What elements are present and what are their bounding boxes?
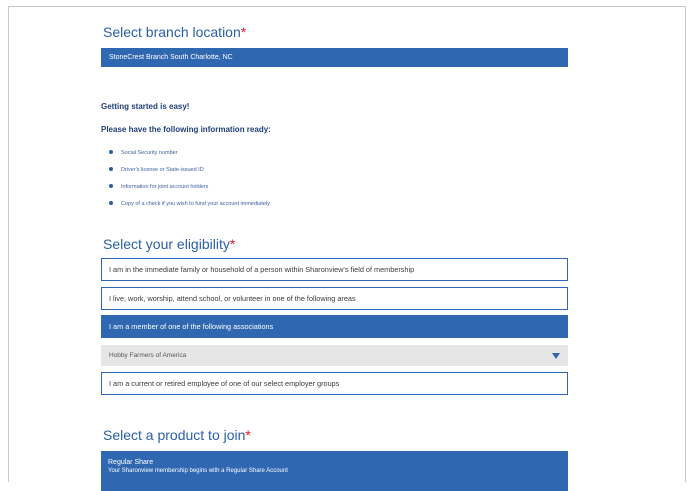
required-mark: *: [240, 24, 247, 40]
list-item-text: Social Security number: [121, 150, 178, 156]
list-item: Social Security number: [109, 149, 270, 166]
required-mark: *: [245, 427, 251, 443]
form-frame: Select branch location* StoneCrest Branc…: [8, 6, 686, 491]
product-option-regular-share[interactable]: Regular Share Your Sharonview membership…: [101, 451, 568, 491]
required-mark: *: [229, 236, 236, 252]
list-item-text: Information for joint account holders: [121, 184, 209, 190]
list-item: Driver's license or State-issued ID: [109, 166, 270, 183]
eligibility-title-text: Select your eligibility: [103, 236, 230, 252]
branch-select[interactable]: StoneCrest Branch South Charlotte, NC: [101, 48, 568, 67]
bullet-icon: [109, 184, 113, 188]
getting-started-heading: Getting started is easy!: [101, 102, 190, 111]
info-ready-heading: Please have the following information re…: [101, 125, 271, 134]
eligibility-option-employer[interactable]: I am a current or retired employee of on…: [101, 372, 568, 395]
eligibility-option-family[interactable]: I am in the immediate family or househol…: [101, 258, 568, 281]
list-item-text: Copy of a check if you wish to fund your…: [121, 201, 270, 207]
eligibility-section-title: Select your eligibility*: [103, 236, 235, 252]
bullet-icon: [109, 201, 113, 205]
required-info-list: Social Security number Driver's license …: [109, 149, 270, 217]
product-title-text: Select a product to join: [103, 427, 246, 443]
branch-section-title: Select branch location*: [103, 24, 246, 40]
list-item-text: Driver's license or State-issued ID: [121, 167, 204, 173]
bullet-icon: [109, 150, 113, 154]
product-name: Regular Share: [108, 459, 154, 466]
bullet-icon: [109, 167, 113, 171]
product-section-title: Select a product to join*: [103, 427, 251, 443]
association-dropdown-value: Hobby Farmers of America: [109, 352, 187, 359]
list-item: Copy of a check if you wish to fund your…: [109, 200, 270, 217]
caret-down-icon: [552, 353, 560, 359]
association-dropdown[interactable]: Hobby Farmers of America: [101, 345, 568, 366]
list-item: Information for joint account holders: [109, 183, 270, 200]
eligibility-option-areas[interactable]: I live, work, worship, attend school, or…: [101, 287, 568, 310]
branch-title-text: Select branch location: [103, 24, 241, 40]
eligibility-option-associations[interactable]: I am a member of one of the following as…: [101, 315, 568, 338]
